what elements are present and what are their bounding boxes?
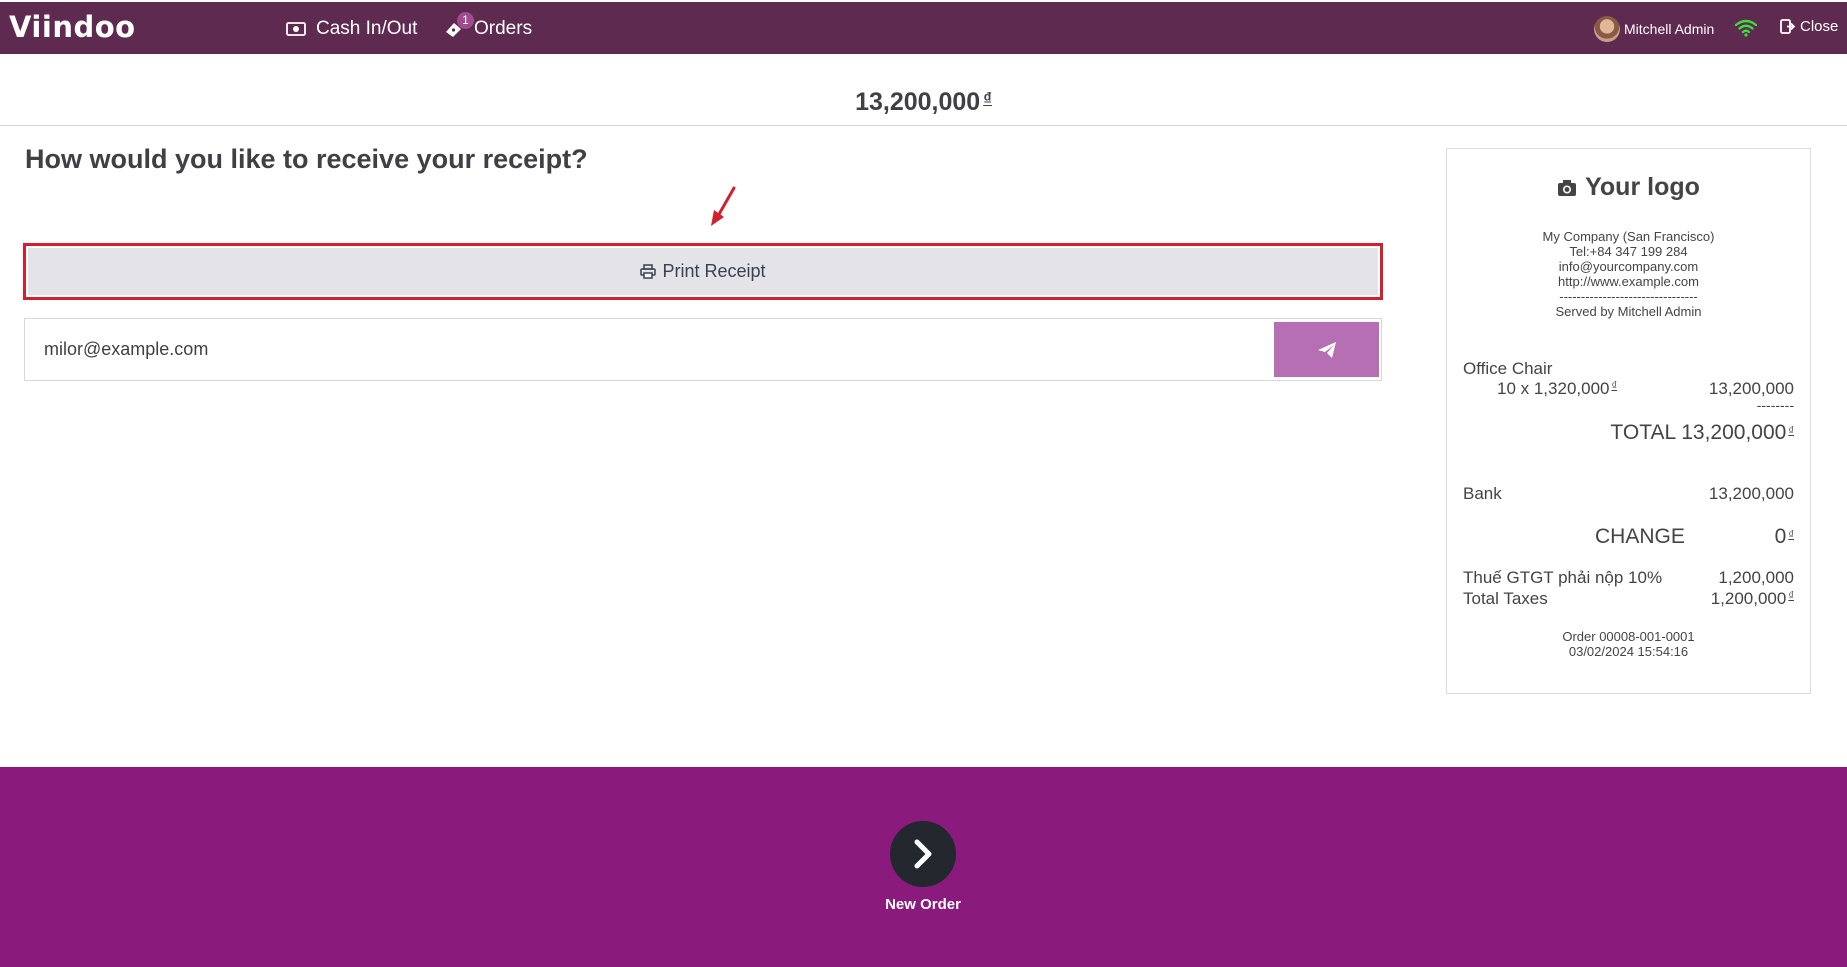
currency-symbol: ₫	[983, 89, 992, 108]
print-icon	[640, 264, 657, 279]
orders-label: Orders	[474, 18, 533, 39]
receipt-total-taxes-label: Total Taxes	[1463, 589, 1548, 608]
sign-out-icon	[1780, 19, 1796, 34]
avatar	[1594, 16, 1620, 42]
receipt-order-date: 03/02/2024 15:54:16	[1568, 644, 1689, 659]
receipt-tax-label: Thuế GTGT phải nộp 10%	[1463, 568, 1663, 587]
email-input[interactable]	[25, 319, 1273, 380]
receipt-company-info: My Company (San Francisco) Tel:+84 347 1…	[1447, 229, 1810, 319]
order-total-amount: 13,200,000 ₫	[855, 88, 992, 116]
email-receipt-row	[24, 318, 1382, 381]
annotation-arrow-icon	[711, 186, 736, 226]
close-button[interactable]: Close	[1780, 18, 1838, 35]
print-receipt-button[interactable]: Print Receipt	[28, 248, 1378, 295]
receipt-qty-price: 10 x 1,320,000 ₫	[1497, 379, 1618, 398]
top-navbar: Viindoo Cash In/Out 1 Orders Mitchell Ad…	[0, 0, 1847, 54]
user-menu[interactable]: Mitchell Admin	[1594, 16, 1714, 42]
wifi-icon[interactable]	[1734, 19, 1758, 42]
receipt-total: TOTAL 13,200,000 ₫	[1610, 421, 1794, 444]
order-total-header: 13,200,000 ₫	[0, 56, 1847, 126]
cash-in-out-label: Cash In/Out	[316, 18, 418, 39]
receipt-logo-placeholder: Your logo	[1447, 173, 1810, 202]
receipt-logo-text: Your logo	[1585, 173, 1700, 201]
print-receipt-highlight: Print Receipt	[23, 243, 1383, 300]
receipt-total-taxes-amount: 1,200,000 ₫	[1710, 589, 1794, 608]
cash-in-out-button[interactable]: Cash In/Out	[286, 18, 417, 40]
receipt-payment-amount: 13,200,000	[1708, 484, 1794, 503]
receipt-question: How would you like to receive your recei…	[25, 144, 588, 174]
receipt-payment-method: Bank	[1463, 484, 1502, 503]
receipt-served-by: Served by Mitchell Admin	[1555, 304, 1702, 319]
receipt-separator: --------------------------------	[1559, 289, 1698, 304]
receipt-change-label: CHANGE	[1595, 525, 1685, 548]
user-name: Mitchell Admin	[1624, 21, 1715, 37]
receipt-product-name: Office Chair	[1463, 359, 1553, 378]
receipt-order-ref: Order 00008-001-0001	[1562, 629, 1695, 644]
orders-button[interactable]: 1 Orders	[444, 12, 533, 40]
brand-logo: Viindoo	[9, 10, 136, 44]
receipt-preview: Your logo My Company (San Francisco) Tel…	[1446, 148, 1811, 694]
print-receipt-label: Print Receipt	[662, 261, 766, 281]
receipt-tax-amount: 1,200,000	[1718, 568, 1794, 587]
money-icon	[286, 22, 306, 36]
chevron-right-icon	[914, 839, 932, 869]
receipt-website: http://www.example.com	[1558, 274, 1699, 289]
camera-icon	[1558, 179, 1577, 196]
ticket-icon: 1	[444, 12, 474, 38]
new-order-button[interactable]	[890, 821, 956, 887]
paper-plane-icon	[1317, 341, 1336, 358]
new-order-label: New Order	[885, 896, 961, 913]
receipt-change-amount: 0 ₫	[1774, 525, 1794, 548]
receipt-line-separator: --------	[1756, 397, 1794, 413]
receipt-company: My Company (San Francisco)	[1542, 229, 1715, 244]
orders-count-badge: 1	[457, 12, 474, 29]
receipt-email: info@yourcompany.com	[1558, 259, 1699, 274]
receipt-line-total: 13,200,000	[1708, 379, 1794, 398]
send-email-button[interactable]	[1274, 322, 1379, 377]
close-label: Close	[1800, 18, 1839, 35]
receipt-tel: Tel:+84 347 199 284	[1569, 244, 1688, 259]
